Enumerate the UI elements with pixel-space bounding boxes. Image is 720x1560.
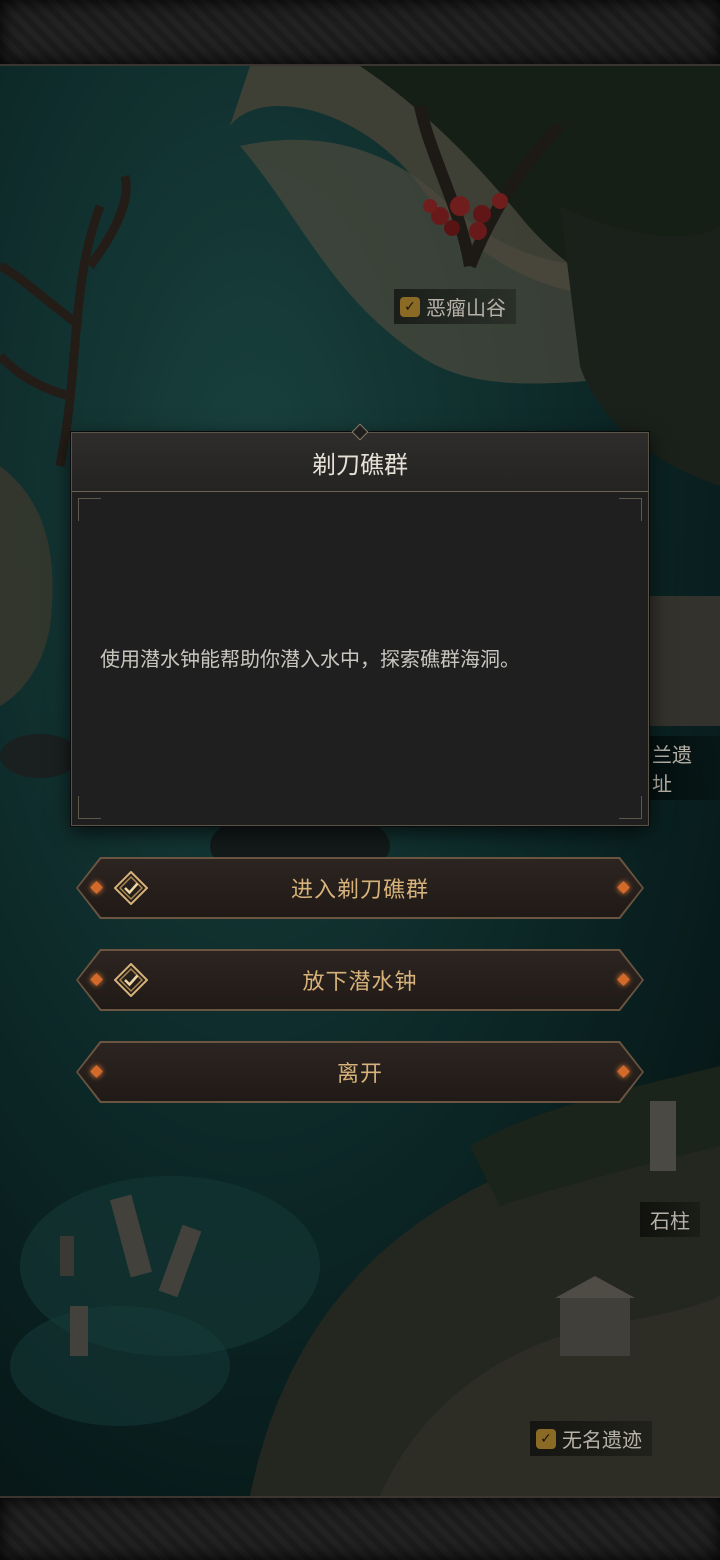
dialog-title: 剃刀礁群 bbox=[312, 450, 408, 479]
check-icon: ✓ bbox=[536, 1428, 556, 1449]
dialog-header: 剃刀礁群 bbox=[72, 433, 648, 492]
location-label: 恶瘤山谷 bbox=[426, 296, 506, 320]
leave-button[interactable]: 离开 bbox=[76, 1041, 644, 1103]
option-label: 进入剃刀礁群 bbox=[290, 878, 429, 903]
location-marker[interactable]: ✓ 无名遗迹 bbox=[530, 1421, 652, 1456]
top-frame-bar bbox=[0, 0, 720, 66]
location-label: 石柱 bbox=[650, 1209, 690, 1233]
location-marker[interactable]: 石柱 bbox=[640, 1202, 700, 1237]
location-marker[interactable]: ✓ 恶瘤山谷 bbox=[394, 289, 516, 324]
location-label: 兰遗址 bbox=[652, 743, 692, 796]
location-label: 无名遗迹 bbox=[562, 1428, 642, 1452]
option-label: 放下潜水钟 bbox=[302, 970, 418, 995]
location-dialog: 剃刀礁群 使用潜水钟能帮助你潜入水中，探索礁群海洞。 bbox=[71, 423, 649, 826]
dialog-description: 使用潜水钟能帮助你潜入水中，探索礁群海洞。 bbox=[100, 646, 520, 671]
check-icon: ✓ bbox=[400, 296, 420, 317]
location-marker[interactable]: 兰遗址 bbox=[642, 736, 720, 800]
dialog-body: 使用潜水钟能帮助你潜入水中，探索礁群海洞。 bbox=[72, 492, 648, 825]
bottom-frame-bar bbox=[0, 1496, 720, 1560]
option-label: 离开 bbox=[336, 1062, 383, 1087]
drop-diving-bell-button[interactable]: 放下潜水钟 bbox=[76, 949, 644, 1011]
enter-reef-button[interactable]: 进入剃刀礁群 bbox=[76, 857, 644, 919]
